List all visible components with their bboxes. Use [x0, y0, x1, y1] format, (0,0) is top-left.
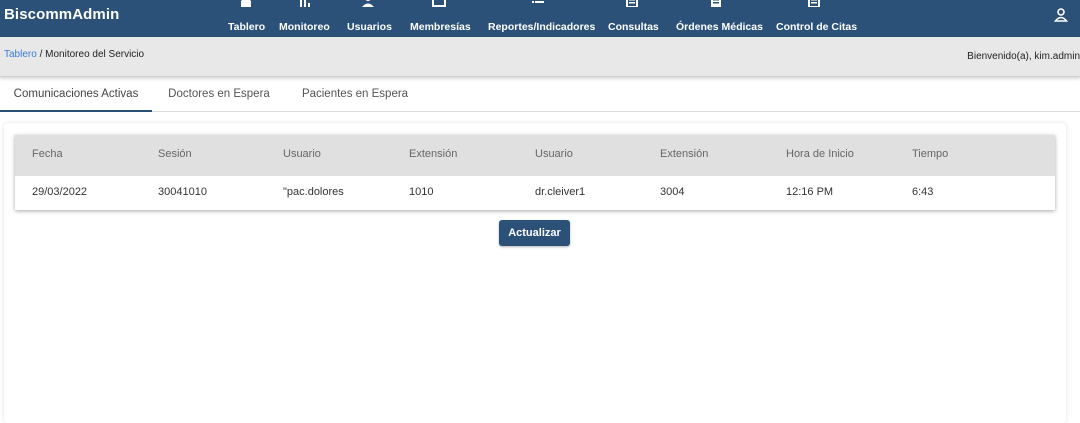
- column-header-sesion[interactable]: Sesión: [158, 148, 192, 160]
- card-icon: [432, 0, 446, 7]
- breadcrumb-separator: /: [36, 49, 46, 60]
- breadcrumb: Tablero / Monitoreo del Servicio: [4, 49, 144, 60]
- tab-comunicaciones-activas[interactable]: Comunicaciones Activas: [0, 80, 152, 112]
- column-header-usuario[interactable]: Usuario: [283, 148, 321, 160]
- tab-bar: Comunicaciones Activas Doctores en Esper…: [0, 80, 1080, 112]
- bar-chart-icon: [300, 0, 310, 7]
- nav-reportes[interactable]: Reportes/Indicadores: [488, 0, 596, 37]
- brand-title[interactable]: BiscommAdmin: [4, 6, 119, 23]
- column-header-extension-2[interactable]: Extensión: [660, 148, 708, 160]
- communications-table: Fecha Sesión Usuario Extensión Usuario E…: [15, 135, 1055, 210]
- nav-ordenes-medicas[interactable]: Órdenes Médicas: [676, 0, 763, 37]
- column-header-extension[interactable]: Extensión: [409, 148, 457, 160]
- cell-extension: 1010: [409, 186, 434, 198]
- nav-label: Consultas: [608, 21, 659, 33]
- column-header-usuario-2[interactable]: Usuario: [535, 148, 573, 160]
- column-header-fecha[interactable]: Fecha: [32, 148, 63, 160]
- document-icon: [626, 0, 638, 7]
- nav-monitoreo[interactable]: Monitoreo: [279, 0, 330, 37]
- column-header-hora-inicio[interactable]: Hora de Inicio: [786, 148, 854, 160]
- column-header-tiempo[interactable]: Tiempo: [912, 148, 948, 160]
- nav-label: Usuarios: [347, 21, 392, 33]
- nav-membresias[interactable]: Membresías: [410, 0, 471, 37]
- cell-fecha: 29/03/2022: [32, 186, 88, 198]
- content-card: Fecha Sesión Usuario Extensión Usuario E…: [4, 123, 1066, 423]
- cell-usuario: "pac.dolores: [283, 186, 344, 198]
- breadcrumb-link-tablero[interactable]: Tablero: [4, 49, 37, 60]
- account-icon[interactable]: [1054, 8, 1068, 22]
- nav-usuarios[interactable]: Usuarios: [347, 0, 392, 37]
- nav-control-citas[interactable]: Control de Citas: [776, 0, 858, 37]
- tab-pacientes-espera[interactable]: Pacientes en Espera: [290, 80, 420, 112]
- nav-label: Monitoreo: [279, 21, 330, 33]
- document-icon: [711, 0, 721, 7]
- cell-hora-inicio: 12:16 PM: [786, 186, 834, 198]
- welcome-text: Bienvenido(a), kim.admin: [967, 51, 1080, 62]
- refresh-button[interactable]: Actualizar: [499, 220, 570, 246]
- cell-tiempo: 6:43: [912, 186, 934, 198]
- table-header: Fecha Sesión Usuario Extensión Usuario E…: [15, 135, 1055, 176]
- table-row[interactable]: 29/03/2022 30041010 "pac.dolores 1010 dr…: [15, 176, 1055, 210]
- nav-label: Órdenes Médicas: [676, 21, 763, 33]
- tab-doctores-espera[interactable]: Doctores en Espera: [160, 80, 278, 112]
- home-icon: [241, 0, 251, 7]
- nav-tablero[interactable]: Tablero: [228, 0, 266, 37]
- top-navbar: BiscommAdmin Tablero Monitoreo Usuarios …: [0, 0, 1080, 37]
- nav-consultas[interactable]: Consultas: [608, 0, 659, 37]
- cell-sesion: 30041010: [158, 186, 207, 198]
- nav-label: Reportes/Indicadores: [488, 21, 596, 33]
- document-icon: [808, 0, 820, 7]
- list-icon: [532, 1, 544, 3]
- nav-label: Tablero: [228, 21, 266, 33]
- nav-label: Control de Citas: [776, 21, 858, 33]
- breadcrumb-bar: Tablero / Monitoreo del Servicio Bienven…: [0, 37, 1080, 77]
- nav-label: Membresías: [410, 21, 471, 33]
- cell-usuario-2: dr.cleiver1: [535, 186, 586, 198]
- cell-extension-2: 3004: [660, 186, 685, 198]
- users-icon: [362, 0, 374, 7]
- breadcrumb-current: Monitoreo del Servicio: [45, 49, 145, 60]
